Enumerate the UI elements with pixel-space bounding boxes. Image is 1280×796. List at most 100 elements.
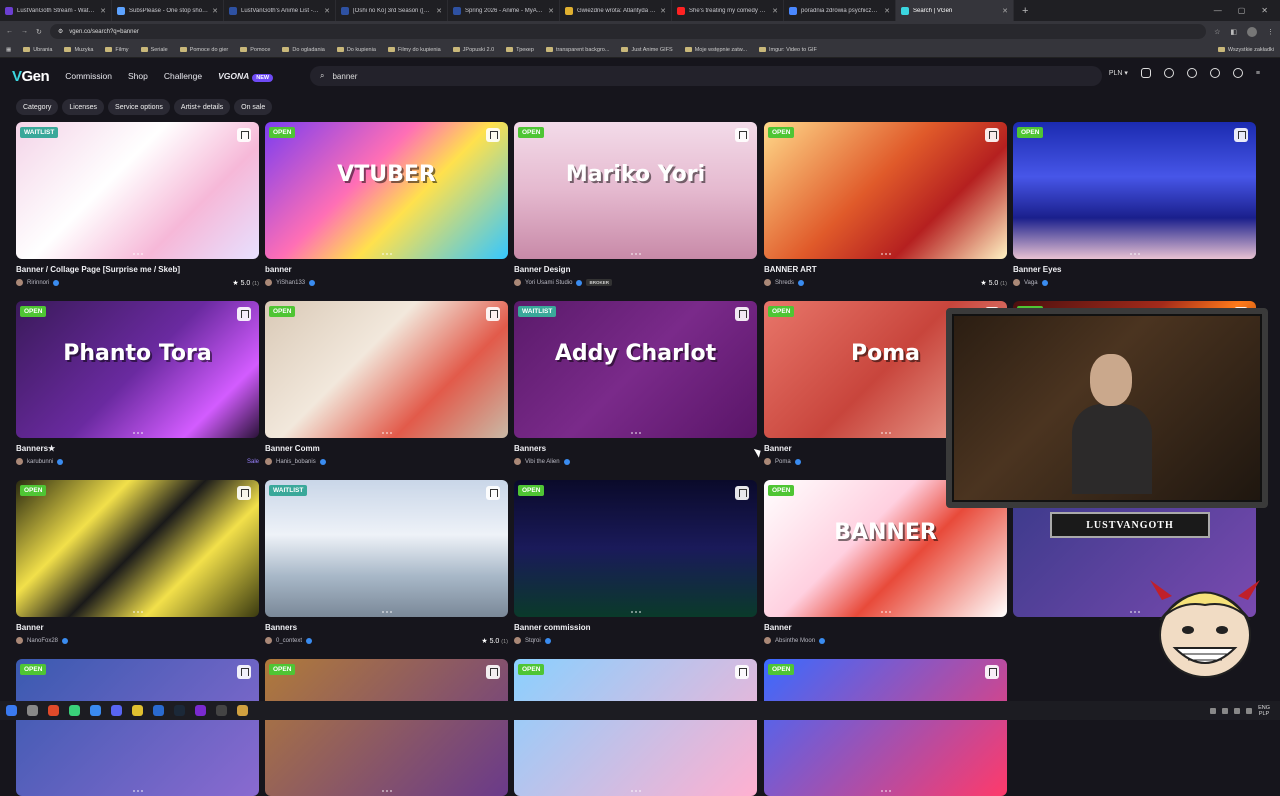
bookmark-icon[interactable] [735, 307, 749, 321]
bookmark-icon[interactable] [486, 307, 500, 321]
bookmark-item[interactable]: Filmy do kupienia [387, 47, 441, 53]
profile-avatar[interactable] [1247, 26, 1257, 37]
nav-vgona[interactable]: VGONA NEW [218, 71, 274, 82]
commission-card[interactable]: OPEN [16, 659, 259, 796]
bookmark-icon[interactable] [486, 486, 500, 500]
windows-start-icon[interactable] [6, 705, 17, 716]
commission-card[interactable]: OPEN BANNER ART Shreds ★ 5.0 (1) [764, 122, 1007, 287]
close-icon[interactable]: ✕ [548, 7, 554, 15]
cart-icon[interactable] [1140, 68, 1151, 78]
card-thumbnail[interactable]: WAITLIST [16, 122, 259, 259]
card-thumbnail[interactable]: OPEN [1013, 122, 1256, 259]
card-title[interactable]: Banners [265, 623, 508, 632]
star-icon[interactable]: ☆ [1214, 28, 1220, 36]
bookmark-item[interactable]: Ubrania [23, 47, 52, 53]
tray-icon[interactable] [1210, 707, 1217, 714]
card-title[interactable]: Banner Comm [265, 444, 508, 453]
bookmark-item[interactable]: Imgur: Video to GIF [759, 47, 817, 53]
bookmark-icon[interactable] [985, 128, 999, 142]
back-icon[interactable]: ← [6, 28, 13, 35]
tray-icon[interactable] [1246, 707, 1253, 714]
artist-name[interactable]: NanoFox28 [27, 638, 58, 644]
close-icon[interactable]: ✕ [324, 7, 330, 15]
browser-tab[interactable]: poradnia zdrowia psychicznego ✕ [784, 0, 896, 21]
bookmark-item[interactable]: Muzyka [64, 47, 93, 53]
app-blue-icon[interactable] [90, 705, 101, 716]
artist-name[interactable]: 0_context [276, 638, 302, 644]
site-info-icon[interactable]: ⚙ [58, 28, 63, 35]
bookmark-item[interactable]: Pomoce do gier [179, 47, 228, 53]
artist-name[interactable]: Ririnnori [27, 280, 49, 286]
card-thumbnail[interactable]: OPEN [16, 480, 259, 617]
nav-challenge[interactable]: Challenge [164, 71, 202, 81]
currency-select[interactable]: PLN ▾ [1109, 69, 1128, 77]
tray-icon[interactable] [1234, 707, 1241, 714]
bookmark-item[interactable]: transparent backgro... [545, 47, 609, 53]
commission-card[interactable]: OPEN Banner commission Stqroi [514, 480, 757, 645]
maximize-icon[interactable]: ▢ [1238, 6, 1246, 15]
obs-icon[interactable] [216, 705, 227, 716]
forward-icon[interactable]: → [21, 28, 28, 35]
card-title[interactable]: Banner commission [514, 623, 757, 632]
card-thumbnail[interactable]: WAITLIST [265, 480, 508, 617]
filter-chip[interactable]: Service options [108, 99, 170, 115]
card-thumbnail[interactable]: OPEN [265, 659, 508, 796]
app-green-icon[interactable] [69, 705, 80, 716]
commission-card[interactable]: OPEN Banner Comm Hanis_bobanis [265, 301, 508, 466]
bookmark-icon[interactable] [735, 128, 749, 142]
bookmark-item[interactable]: Just Anime GIFS [621, 47, 673, 53]
close-icon[interactable]: ✕ [1002, 7, 1008, 15]
card-title[interactable]: Banners [514, 444, 757, 453]
artist-name[interactable]: Stqroi [525, 638, 541, 644]
search-taskbar-icon[interactable] [27, 705, 38, 716]
filter-chip[interactable]: On sale [234, 99, 273, 115]
bookmark-icon[interactable] [237, 665, 251, 679]
artist-name[interactable]: Hanis_bobanis [276, 459, 316, 465]
nav-commission[interactable]: Commission [65, 71, 112, 81]
card-thumbnail[interactable]: OPEN [514, 480, 757, 617]
url-field[interactable]: ⚙ vgen.co/search?q=banner [49, 24, 1207, 39]
tray-icon[interactable] [1222, 707, 1229, 714]
card-title[interactable]: Banner Eyes [1013, 265, 1256, 274]
bookmark-icon[interactable] [486, 128, 500, 142]
close-window-icon[interactable]: ✕ [1261, 6, 1268, 15]
apps-icon[interactable]: ▦ [6, 47, 11, 53]
bookmark-item[interactable]: Pomoce [240, 47, 270, 53]
bookmark-item[interactable]: Filmy [105, 47, 129, 53]
commission-card[interactable]: OPEN Banner Eyes Vaga [1013, 122, 1256, 287]
bookmark-icon[interactable] [735, 486, 749, 500]
bookmark-item[interactable]: Moje wstępnie zatw... [684, 47, 747, 53]
artist-name[interactable]: YiShan133 [276, 280, 305, 286]
close-icon[interactable]: ✕ [772, 7, 778, 15]
app-navy-icon[interactable] [153, 705, 164, 716]
search-input[interactable]: ⌕ banner [310, 66, 1102, 86]
vgen-logo[interactable]: V Gen [12, 68, 50, 85]
artist-name[interactable]: Vibi the Alien [525, 459, 560, 465]
folder-icon[interactable] [237, 705, 248, 716]
card-thumbnail[interactable]: VTUBER OPEN [265, 122, 508, 259]
language-indicator[interactable]: ENG PLP [1258, 705, 1270, 717]
extensions-icon[interactable]: ◧ [1230, 28, 1237, 36]
hamburger-icon[interactable]: ≡ [1256, 70, 1260, 77]
card-title[interactable]: Banner [764, 623, 1007, 632]
browser-tab[interactable]: LustVanGoth Stream - Watch Li ✕ [0, 0, 112, 21]
card-thumbnail[interactable]: Addy Charlot WAITLIST [514, 301, 757, 438]
browser-tab[interactable]: [Oshi no Ko] 3rd Season ([Oshi ✕ [336, 0, 448, 21]
bookmark-item[interactable]: Трекер [506, 47, 534, 53]
minimize-icon[interactable]: — [1214, 6, 1222, 15]
new-tab-button[interactable]: + [1014, 5, 1036, 17]
bookmark-item[interactable]: Do kupienia [336, 47, 376, 53]
browser-tab[interactable]: SubsPlease - One stop shop fo ✕ [112, 0, 224, 21]
close-icon[interactable]: ✕ [212, 7, 218, 15]
card-title[interactable]: BANNER ART [764, 265, 1007, 274]
bookmark-icon[interactable] [486, 665, 500, 679]
card-title[interactable]: Banners★ [16, 444, 259, 453]
commission-card[interactable]: WAITLIST Banner / Collage Page [Surprise… [16, 122, 259, 287]
commission-card[interactable]: OPEN [764, 659, 1007, 796]
bookmark-item[interactable]: Seriale [140, 47, 168, 53]
browser-tab[interactable]: LustVanGoth's Anime List - My ✕ [224, 0, 336, 21]
chrome-icon[interactable] [48, 705, 59, 716]
card-title[interactable]: Banner / Collage Page [Surprise me / Ske… [16, 265, 259, 274]
close-icon[interactable]: ✕ [436, 7, 442, 15]
commission-card[interactable]: VTUBER OPEN banner YiShan133 [265, 122, 508, 287]
